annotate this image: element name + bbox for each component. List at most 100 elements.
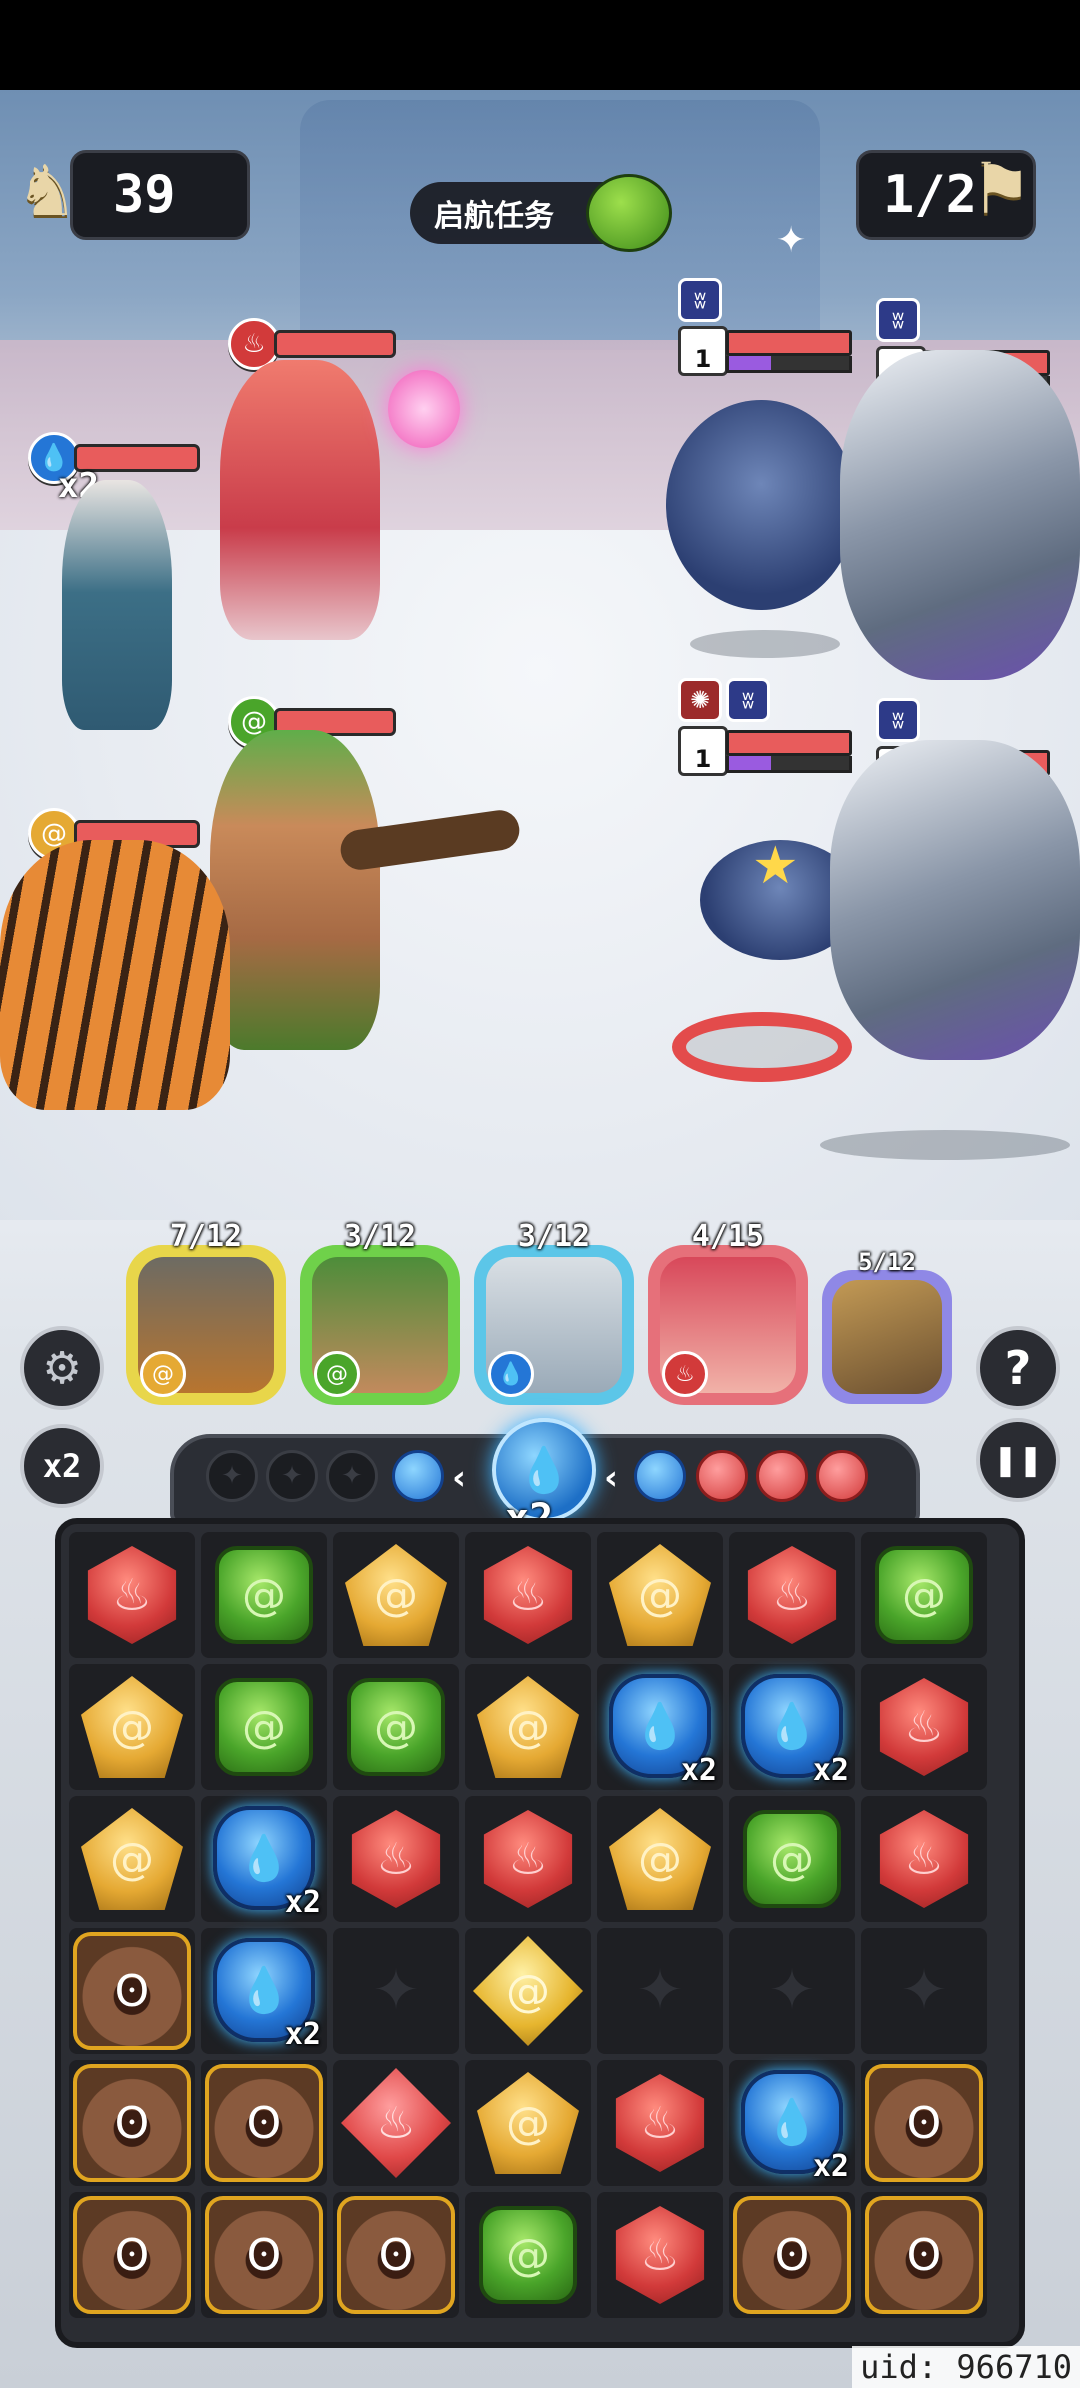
board-cell[interactable]: 💧 x2 bbox=[729, 2060, 855, 2186]
stun-star-icon: ★ bbox=[752, 836, 799, 896]
fire-gem-icon: ♨ bbox=[747, 1546, 837, 1644]
board-cell[interactable]: ♨ bbox=[465, 1796, 591, 1922]
speed-label: x2 bbox=[42, 1447, 82, 1485]
board-cell[interactable]: ♨ bbox=[597, 2060, 723, 2186]
portrait-tiger[interactable]: 7/12 @ bbox=[126, 1219, 286, 1405]
pause-button[interactable]: ❚❚ bbox=[976, 1418, 1060, 1502]
gem-multiplier: x2 bbox=[284, 2017, 321, 2052]
board-cell[interactable]: ♨ bbox=[333, 1796, 459, 1922]
board-cell[interactable]: ♨ bbox=[333, 2060, 459, 2186]
hero-fire-mage[interactable] bbox=[220, 360, 380, 640]
board-cell[interactable]: ʘ bbox=[201, 2060, 327, 2186]
wind-gem-icon: @ bbox=[347, 1678, 445, 1776]
bear-blocker: ʘ bbox=[205, 2064, 323, 2182]
board-cell[interactable]: ♨ bbox=[69, 1532, 195, 1658]
board-cell[interactable]: ʘ bbox=[333, 2192, 459, 2318]
board-cell[interactable]: @ bbox=[729, 1796, 855, 1922]
earth-gem-icon: @ bbox=[477, 1676, 579, 1778]
board-cell[interactable]: 💧 x2 bbox=[729, 1664, 855, 1790]
board-cell[interactable]: ♨ bbox=[597, 2192, 723, 2318]
board-cell[interactable]: @ bbox=[465, 1928, 591, 2054]
portrait-warrior[interactable]: 3/12 @ bbox=[300, 1219, 460, 1405]
earth-gem-icon: @ bbox=[477, 2072, 579, 2174]
speed-button[interactable]: x2 bbox=[20, 1424, 104, 1508]
board-cell[interactable]: 💧 x2 bbox=[201, 1928, 327, 2054]
bear-blocker: ʘ bbox=[73, 2196, 191, 2314]
enemy-pegasus-bottom[interactable] bbox=[830, 740, 1080, 1060]
board-cell[interactable]: @ bbox=[69, 1796, 195, 1922]
board-cell[interactable]: ♨ bbox=[861, 1664, 987, 1790]
board-cell[interactable]: @ bbox=[333, 1532, 459, 1658]
board-cell[interactable]: @ bbox=[597, 1796, 723, 1922]
board-cell[interactable]: 💧 x2 bbox=[597, 1664, 723, 1790]
fire-gem-icon: ♨ bbox=[879, 1810, 969, 1908]
board-cell[interactable]: ʘ bbox=[201, 2192, 327, 2318]
fire-gem-icon: ♨ bbox=[483, 1810, 573, 1908]
sparkle-icon: ✦ bbox=[776, 220, 807, 261]
board-cell[interactable]: ʘ bbox=[861, 2192, 987, 2318]
portrait-mage[interactable]: 4/15 ♨ bbox=[648, 1219, 808, 1405]
enemy-charge-bar bbox=[726, 355, 852, 373]
hero-water-alchemist-hp: 💧 bbox=[28, 432, 200, 484]
queue-arrow-icon: ‹ bbox=[452, 1458, 467, 1498]
portrait-alchemist[interactable]: 3/12 💧 bbox=[474, 1219, 634, 1405]
hero-earth-tiger[interactable] bbox=[0, 840, 230, 1110]
fire-power-gem-icon: ♨ bbox=[341, 2068, 451, 2178]
bear-blocker: ʘ bbox=[865, 2196, 983, 2314]
wind-gem-icon: @ bbox=[479, 2206, 577, 2304]
board-cell[interactable]: ʘ bbox=[69, 2060, 195, 2186]
board-cell[interactable] bbox=[597, 1928, 723, 2054]
fire-gem-icon: ♨ bbox=[615, 2074, 705, 2172]
board-cell[interactable]: ʘ bbox=[729, 2192, 855, 2318]
board-cell[interactable]: @ bbox=[69, 1664, 195, 1790]
wind-gem-icon: @ bbox=[743, 1810, 841, 1908]
earth-gem-icon: @ bbox=[609, 1544, 711, 1646]
shadow bbox=[820, 1130, 1070, 1160]
knight-chess-icon: ♞ bbox=[23, 141, 72, 234]
board-cell[interactable]: @ bbox=[597, 1532, 723, 1658]
fire-gem-icon: ♨ bbox=[879, 1678, 969, 1776]
board-cell[interactable] bbox=[861, 1928, 987, 2054]
board-cell[interactable]: @ bbox=[465, 2060, 591, 2186]
help-button[interactable]: ? bbox=[976, 1326, 1060, 1410]
enemy-pegasus-top[interactable] bbox=[840, 350, 1080, 680]
mission-button[interactable]: 启航任务 bbox=[410, 174, 672, 252]
board-cell[interactable]: ♨ bbox=[465, 1532, 591, 1658]
earth-gem-icon: @ bbox=[81, 1676, 183, 1778]
board-cell[interactable] bbox=[333, 1928, 459, 2054]
board-cell[interactable]: @ bbox=[465, 1664, 591, 1790]
queue-fire-icon bbox=[696, 1450, 748, 1502]
wing-buff-icon: ʬ bbox=[876, 298, 920, 342]
hero-wind-warrior[interactable] bbox=[210, 730, 380, 1050]
board-cell[interactable]: ♨ bbox=[729, 1532, 855, 1658]
fire-element-icon: ♨ bbox=[662, 1351, 708, 1397]
enemy-owl-top[interactable] bbox=[666, 400, 856, 610]
board-cell[interactable]: ʘ bbox=[69, 2192, 195, 2318]
fire-gem-icon: ♨ bbox=[87, 1546, 177, 1644]
queue-slot-empty: ✦ bbox=[206, 1450, 258, 1502]
board-cell[interactable]: ♨ bbox=[861, 1796, 987, 1922]
bear-blocker: ʘ bbox=[73, 2064, 191, 2182]
bear-blocker: ʘ bbox=[337, 2196, 455, 2314]
slime-icon bbox=[586, 174, 672, 252]
enemy-level: 1 bbox=[678, 726, 728, 776]
board-cell[interactable]: @ bbox=[861, 1532, 987, 1658]
board-cell[interactable]: @ bbox=[201, 1664, 327, 1790]
knight-counter: ♞ 39 bbox=[23, 141, 250, 240]
board-cell[interactable]: @ bbox=[465, 2192, 591, 2318]
board-cell[interactable]: ʘ bbox=[861, 2060, 987, 2186]
bear-blocker: ʘ bbox=[865, 2064, 983, 2182]
board-cell[interactable]: 💧 x2 bbox=[201, 1796, 327, 1922]
pause-icon: ❚❚ bbox=[992, 1442, 1044, 1478]
board-cell[interactable]: @ bbox=[201, 1532, 327, 1658]
wave-progress: 1/2 bbox=[883, 165, 977, 225]
enemy-level: 1 bbox=[678, 326, 728, 376]
wing-buff-icon: ʬ bbox=[678, 278, 722, 322]
portrait-storm-skill[interactable]: 5/12 bbox=[822, 1248, 952, 1404]
settings-button[interactable]: ⚙ bbox=[20, 1326, 104, 1410]
board-cell[interactable]: ʘ bbox=[69, 1928, 195, 2054]
hero-water-alchemist[interactable] bbox=[62, 480, 172, 730]
board-cell[interactable]: @ bbox=[333, 1664, 459, 1790]
board-cell[interactable] bbox=[729, 1928, 855, 2054]
enemy-owl-bottom-hud: ✺ ʬ 1 bbox=[678, 678, 852, 776]
